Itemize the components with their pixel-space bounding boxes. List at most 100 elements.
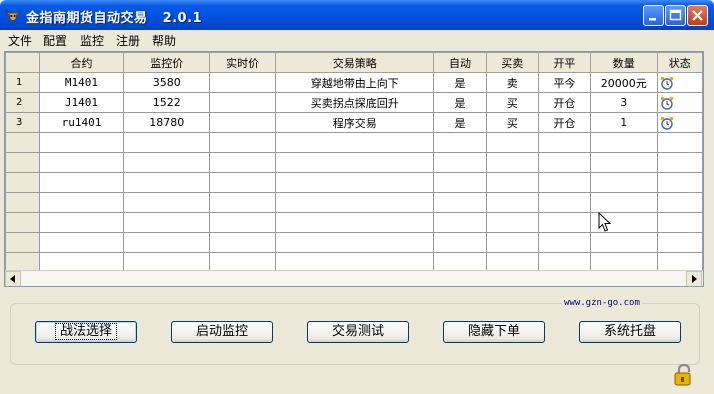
auto-cell[interactable]: 是 (433, 112, 487, 133)
title-bar[interactable]: 金指南期货自动交易 2.0.1 (0, 0, 714, 30)
empty-cell[interactable] (590, 192, 658, 213)
empty-row[interactable] (5, 172, 703, 193)
side-cell[interactable]: 卖 (485, 72, 539, 93)
empty-cell[interactable] (275, 192, 435, 213)
table-row[interactable]: 3 ru1401 18780 程序交易 是 买 开仓 1 (5, 112, 703, 133)
empty-cell[interactable] (38, 192, 125, 213)
column-header[interactable]: 自动 (433, 52, 487, 73)
empty-cell[interactable] (590, 132, 658, 153)
empty-cell[interactable] (123, 152, 211, 173)
row-number[interactable]: 1 (5, 72, 40, 93)
menu-monitor[interactable]: 监控 (80, 32, 104, 49)
empty-row[interactable] (5, 132, 703, 153)
column-header[interactable]: 实时价 (209, 52, 277, 73)
contract-cell[interactable]: M1401 (38, 72, 125, 93)
empty-cell[interactable] (209, 132, 277, 153)
empty-cell[interactable] (590, 152, 658, 173)
empty-cell[interactable] (209, 172, 277, 193)
empty-cell[interactable] (485, 192, 539, 213)
column-header[interactable]: 开平 (537, 52, 592, 73)
empty-cell[interactable] (38, 132, 125, 153)
empty-cell[interactable] (485, 212, 539, 233)
scroll-thumb[interactable] (22, 272, 682, 285)
empty-cell[interactable] (275, 152, 435, 173)
quantity-cell[interactable]: 20000元 (590, 72, 658, 93)
empty-cell[interactable] (275, 132, 435, 153)
close-button[interactable] (687, 5, 708, 26)
empty-cell[interactable] (537, 132, 592, 153)
menu-file[interactable]: 文件 (8, 32, 32, 49)
strategy-cell[interactable]: 穿越地带由上向下 (275, 72, 435, 93)
system-tray-button[interactable]: 系统托盘 (579, 321, 681, 343)
row-number[interactable]: 3 (5, 112, 40, 133)
empty-cell[interactable] (537, 212, 592, 233)
empty-cell[interactable] (123, 192, 211, 213)
order-grid[interactable]: 合约 监控价 实时价 交易策略 自动 买卖 开平 数量 状态 1 M1401 3… (4, 51, 704, 287)
menu-config[interactable]: 配置 (43, 32, 67, 49)
empty-row[interactable] (5, 152, 703, 173)
empty-cell[interactable] (433, 152, 487, 173)
empty-cell[interactable] (656, 232, 703, 253)
empty-cell[interactable] (485, 152, 539, 173)
strategy-select-button[interactable]: 战法选择 (35, 321, 137, 343)
monitor-price-cell[interactable]: 18780 (123, 112, 211, 133)
empty-row[interactable] (5, 192, 703, 213)
menu-register[interactable]: 注册 (116, 32, 140, 49)
horizontal-scrollbar[interactable] (5, 270, 703, 286)
hide-order-button[interactable]: 隐藏下单 (443, 321, 545, 343)
column-header[interactable]: 状态 (656, 52, 703, 73)
lock-icon[interactable] (672, 363, 698, 387)
empty-cell[interactable] (485, 132, 539, 153)
auto-cell[interactable]: 是 (433, 72, 487, 93)
empty-cell[interactable] (275, 232, 435, 253)
empty-cell[interactable] (38, 152, 125, 173)
openclose-cell[interactable]: 平今 (537, 72, 592, 93)
empty-cell[interactable] (123, 172, 211, 193)
maximize-button[interactable] (665, 5, 686, 26)
empty-cell[interactable] (433, 232, 487, 253)
empty-cell[interactable] (123, 132, 211, 153)
monitor-price-cell[interactable]: 3580 (123, 72, 211, 93)
contract-cell[interactable]: J1401 (38, 92, 125, 113)
side-cell[interactable]: 买 (485, 92, 539, 113)
strategy-cell[interactable]: 买卖拐点探底回升 (275, 92, 435, 113)
column-header[interactable]: 买卖 (485, 52, 539, 73)
realtime-price-cell[interactable] (209, 92, 277, 113)
empty-cell[interactable] (433, 172, 487, 193)
quantity-cell[interactable]: 3 (590, 92, 658, 113)
strategy-cell[interactable]: 程序交易 (275, 112, 435, 133)
empty-cell[interactable] (209, 212, 277, 233)
empty-cell[interactable] (38, 212, 125, 233)
empty-cell[interactable] (656, 172, 703, 193)
status-cell[interactable] (656, 72, 703, 93)
empty-cell[interactable] (656, 152, 703, 173)
quantity-cell[interactable]: 1 (590, 112, 658, 133)
scroll-right-button[interactable] (686, 271, 702, 286)
row-number[interactable]: 2 (5, 92, 40, 113)
column-header[interactable]: 监控价 (123, 52, 211, 73)
openclose-cell[interactable]: 开仓 (537, 112, 592, 133)
empty-cell[interactable] (209, 152, 277, 173)
status-cell[interactable] (656, 92, 703, 113)
empty-cell[interactable] (537, 152, 592, 173)
empty-cell[interactable] (656, 192, 703, 213)
column-header[interactable]: 交易策略 (275, 52, 435, 73)
empty-cell[interactable] (275, 212, 435, 233)
start-monitor-button[interactable]: 启动监控 (171, 321, 273, 343)
empty-cell[interactable] (485, 232, 539, 253)
minimize-button[interactable] (643, 5, 664, 26)
empty-row[interactable] (5, 232, 703, 253)
auto-cell[interactable]: 是 (433, 92, 487, 113)
menu-help[interactable]: 帮助 (152, 32, 176, 49)
empty-cell[interactable] (123, 232, 211, 253)
monitor-price-cell[interactable]: 1522 (123, 92, 211, 113)
empty-cell[interactable] (433, 212, 487, 233)
empty-cell[interactable] (537, 192, 592, 213)
scroll-left-button[interactable] (5, 271, 21, 286)
empty-cell[interactable] (537, 232, 592, 253)
column-header[interactable]: 数量 (590, 52, 658, 73)
empty-cell[interactable] (656, 132, 703, 153)
empty-cell[interactable] (590, 232, 658, 253)
openclose-cell[interactable]: 开仓 (537, 92, 592, 113)
table-row[interactable]: 1 M1401 3580 穿越地带由上向下 是 卖 平今 20000元 (5, 72, 703, 93)
